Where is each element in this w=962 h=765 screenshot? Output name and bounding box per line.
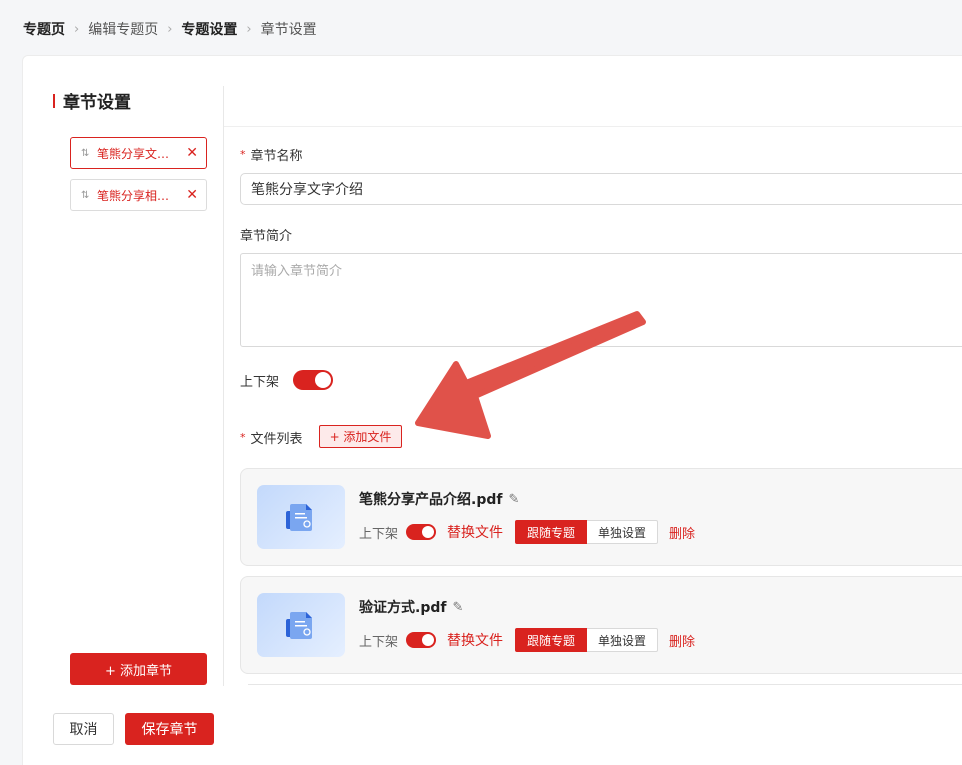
file-shelf-toggle[interactable] [406,632,437,648]
pencil-icon[interactable]: ✎ [452,600,463,615]
separate-setting-button[interactable]: 单独设置 [587,520,659,544]
drag-handle-icon[interactable]: ⇅ [81,148,91,159]
required-mark: * [240,148,246,161]
file-list-label-text: 文件列表 [250,432,303,447]
document-icon [257,485,345,549]
page-title: 章节设置 [53,88,131,113]
breadcrumb-item-edit-topic[interactable]: 编辑专题页 [88,19,158,39]
file-name-text: 验证方式.pdf [359,600,447,616]
breadcrumb: 专题页 › 编辑专题页 › 专题设置 › 章节设置 [23,18,317,40]
form-footer-divider [248,684,962,685]
drag-handle-icon[interactable]: ⇅ [81,190,91,201]
delete-file-link[interactable]: 删除 [669,523,695,542]
replace-file-link[interactable]: 替换文件 [447,522,503,542]
cancel-button[interactable]: 取消 [53,713,114,745]
file-list-label: * 文件列表 [240,428,303,447]
breadcrumb-item-chapter-settings: 章节设置 [260,22,317,38]
main-panel: 章节设置 ⇅ 笔熊分享文字介绍 ✕ ⇅ 笔熊分享相关文件 ✕ + 添加章节 * … [22,55,962,765]
form-header-divider [224,126,962,127]
document-icon [257,593,345,657]
save-chapter-button[interactable]: 保存章节 [125,713,214,745]
file-actions: 上下架 替换文件 跟随专题 单独设置 删除 [359,520,695,544]
chapter-intro-label: 章节简介 [240,229,293,244]
delete-file-link[interactable]: 删除 [669,631,695,650]
breadcrumb-item-topic-settings[interactable]: 专题设置 [181,19,237,39]
shelf-label: 上下架 [240,371,279,390]
page-title-text: 章节设置 [63,93,131,113]
chapter-shelf-toggle[interactable] [293,370,333,390]
shelf-label-text: 上下架 [240,375,280,390]
file-card: 验证方式.pdf ✎ 上下架 替换文件 跟随专题 单独设置 删除 [240,576,962,674]
chevron-right-icon: › [74,21,80,37]
file-name: 验证方式.pdf ✎ [359,597,463,617]
chapter-intro-input[interactable] [240,253,962,347]
add-file-button[interactable]: + 添加文件 [319,425,402,448]
follow-topic-button[interactable]: 跟随专题 [515,520,588,544]
file-actions: 上下架 替换文件 跟随专题 单独设置 删除 [359,628,695,652]
pencil-icon[interactable]: ✎ [508,492,519,507]
chapter-item[interactable]: ⇅ 笔熊分享相关文件 ✕ [70,179,207,211]
close-icon[interactable]: ✕ [186,145,198,161]
file-name: 笔熊分享产品介绍.pdf ✎ [359,489,519,509]
chevron-right-icon: › [246,21,252,37]
add-chapter-button[interactable]: + 添加章节 [70,653,207,685]
sidebar-divider [223,86,224,686]
chevron-right-icon: › [167,21,173,37]
replace-file-link[interactable]: 替换文件 [447,630,503,650]
chapter-item[interactable]: ⇅ 笔熊分享文字介绍 ✕ [70,137,207,169]
file-card: 笔熊分享产品介绍.pdf ✎ 上下架 替换文件 跟随专题 单独设置 删除 [240,468,962,566]
chapter-name-input[interactable] [240,173,962,205]
required-mark: * [240,431,246,444]
separate-setting-button[interactable]: 单独设置 [587,628,659,652]
file-setting-segmented: 跟随专题 单独设置 [515,520,659,544]
close-icon[interactable]: ✕ [186,187,198,203]
breadcrumb-item-topic-page[interactable]: 专题页 [23,19,65,39]
file-setting-segmented: 跟随专题 单独设置 [515,628,659,652]
chapter-item-label: 笔熊分享相关文件 [97,188,181,203]
follow-topic-button[interactable]: 跟随专题 [515,628,588,652]
chapter-name-label-text: 章节名称 [250,149,303,164]
file-shelf-toggle[interactable] [406,524,437,540]
file-shelf-label: 上下架 [359,526,399,542]
file-shelf-label: 上下架 [359,634,399,650]
chapter-item-label: 笔熊分享文字介绍 [97,146,181,161]
file-name-text: 笔熊分享产品介绍.pdf [359,492,503,508]
title-accent-bar [53,93,55,108]
chapter-name-label: * 章节名称 [240,145,303,164]
